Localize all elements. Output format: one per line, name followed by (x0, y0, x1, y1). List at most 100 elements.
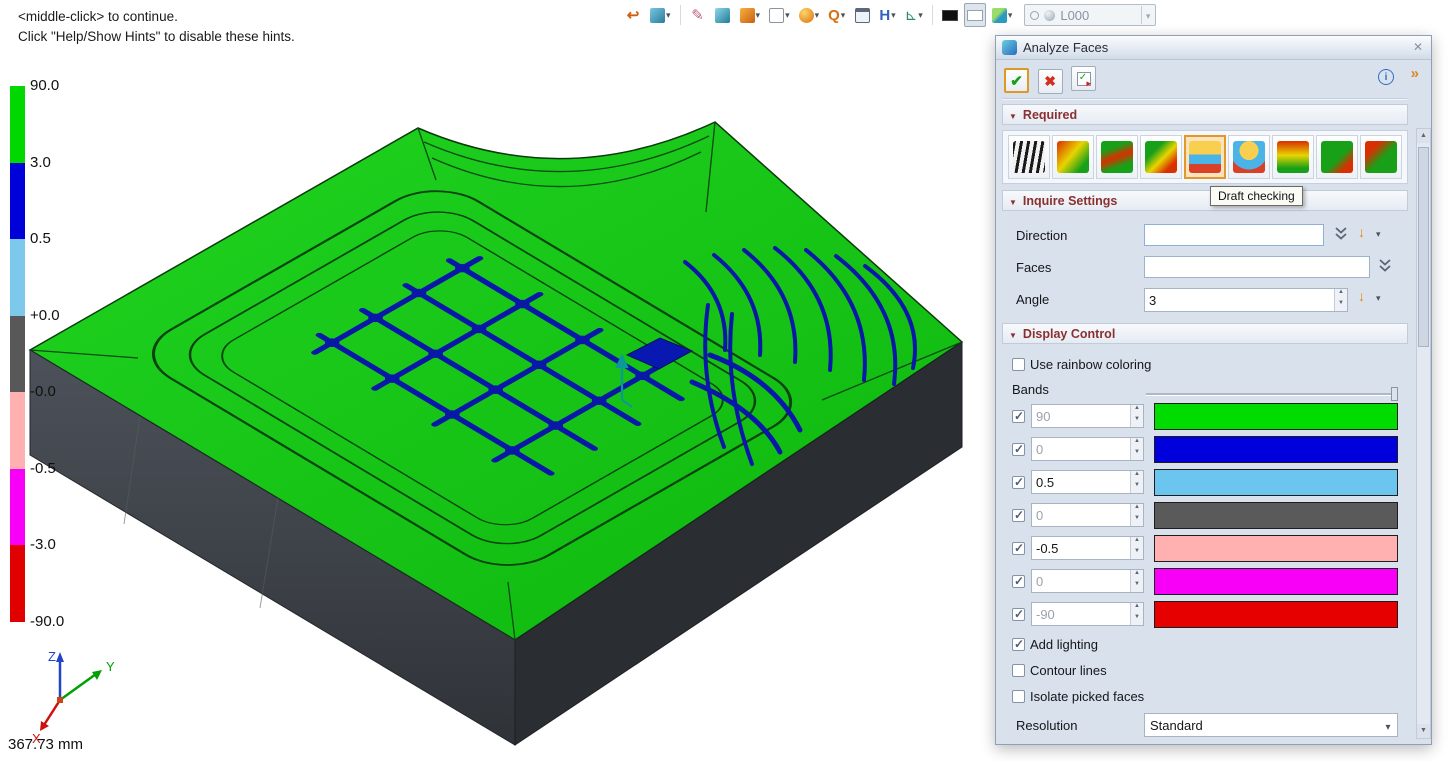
band-checkbox[interactable] (1012, 476, 1025, 489)
black-background-swatch[interactable] (939, 3, 961, 27)
band-spinner[interactable] (1130, 438, 1143, 460)
slider-handle[interactable] (1391, 387, 1398, 401)
band-value-field[interactable] (1031, 569, 1144, 593)
direction-input[interactable] (1144, 224, 1324, 246)
bands-slider[interactable] (1146, 387, 1398, 401)
faces-input[interactable] (1144, 256, 1370, 278)
scrollbar-thumb[interactable] (1418, 147, 1429, 347)
resolution-dropdown[interactable]: Standard (1144, 713, 1398, 737)
close-icon[interactable] (1409, 39, 1427, 57)
section-header-required[interactable]: Required (1002, 104, 1408, 125)
flatness-analysis-icon[interactable] (1316, 135, 1358, 179)
band-value-field[interactable] (1031, 503, 1144, 527)
isolate-picked-faces-checkbox[interactable] (1012, 690, 1025, 703)
triad-y-label: Y (106, 659, 115, 674)
band-color-swatch[interactable] (1154, 601, 1398, 628)
measure-icon[interactable]: ⊾ (902, 3, 926, 27)
dialog-options-icon[interactable] (1411, 65, 1419, 82)
ok-button[interactable] (1004, 68, 1029, 93)
band-checkbox[interactable] (1012, 410, 1025, 423)
band-spinner[interactable] (1130, 471, 1143, 493)
band-spinner[interactable] (1130, 570, 1143, 592)
band-color-swatch[interactable] (1154, 436, 1398, 463)
block-top-face[interactable] (30, 122, 962, 640)
band-checkbox[interactable] (1012, 575, 1025, 588)
undercut-analysis-icon[interactable] (1360, 135, 1402, 179)
layer-settings-icon[interactable] (989, 3, 1016, 27)
angle-input[interactable] (1145, 289, 1334, 311)
angle-spinner[interactable] (1334, 289, 1347, 311)
band-value-input[interactable] (1032, 570, 1130, 592)
band-checkbox[interactable] (1012, 608, 1025, 621)
band-spinner[interactable] (1130, 537, 1143, 559)
direction-vector-icon[interactable]: ↓ (1358, 224, 1365, 240)
band-value-input[interactable] (1032, 603, 1130, 625)
layer-combo[interactable]: L000 (1024, 4, 1156, 26)
band-value-input[interactable] (1032, 405, 1130, 427)
height-measure-icon[interactable]: H (876, 3, 898, 27)
add-lighting-checkbox[interactable] (1012, 638, 1025, 651)
band-value-input[interactable] (1032, 537, 1130, 559)
band-spinner[interactable] (1130, 405, 1143, 427)
band-value-field[interactable] (1031, 536, 1144, 560)
slope-analysis-icon[interactable] (1140, 135, 1182, 179)
band-spinner[interactable] (1130, 603, 1143, 625)
x-icon (1044, 73, 1056, 90)
dialog-scrollbar[interactable] (1416, 128, 1431, 739)
angle-field[interactable] (1144, 288, 1348, 312)
band-color-swatch[interactable] (1154, 568, 1398, 595)
section-header-display-control[interactable]: Display Control (1002, 323, 1408, 344)
chevron-down-icon[interactable] (1376, 225, 1381, 240)
window-icon[interactable] (851, 3, 873, 27)
apply-button[interactable] (1071, 66, 1096, 91)
info-icon[interactable] (1378, 69, 1394, 85)
white-background-swatch[interactable] (964, 3, 986, 27)
erase-icon[interactable]: ✎ (687, 3, 709, 27)
radius-analysis-icon[interactable] (1096, 135, 1138, 179)
shaded-view-icon[interactable] (712, 3, 734, 27)
double-down-chevron-icon[interactable] (1378, 258, 1392, 274)
section-view-icon[interactable] (737, 3, 764, 27)
gradient-analysis-icon[interactable] (1272, 135, 1314, 179)
thickness-analysis-icon[interactable] (1228, 135, 1270, 179)
cancel-button[interactable] (1038, 69, 1063, 94)
band-color-swatch[interactable] (1154, 502, 1398, 529)
curvature-analysis-icon[interactable] (1052, 135, 1094, 179)
legend-segment (10, 545, 25, 622)
band-checkbox[interactable] (1012, 542, 1025, 555)
section-header-inquire-settings[interactable]: Inquire Settings (1002, 190, 1408, 211)
angle-options-icon[interactable]: ↓ (1358, 288, 1365, 304)
render-style-icon[interactable] (796, 3, 823, 27)
band-value-field[interactable] (1031, 437, 1144, 461)
contour-lines-checkbox[interactable] (1012, 664, 1025, 677)
band-value-input[interactable] (1032, 504, 1130, 526)
rainbow-coloring-checkbox[interactable] (1012, 358, 1025, 371)
band-value-field[interactable] (1031, 470, 1144, 494)
band-color-swatch[interactable] (1154, 469, 1398, 496)
band-color-swatch[interactable] (1154, 535, 1398, 562)
band-value-field[interactable] (1031, 602, 1144, 626)
analysis-type-list (1002, 130, 1408, 184)
band-color-swatch[interactable] (1154, 403, 1398, 430)
scroll-up-icon[interactable] (1417, 129, 1430, 143)
wireframe-view-icon[interactable] (766, 3, 793, 27)
return-icon[interactable]: ↩ (622, 3, 644, 27)
chevron-down-icon[interactable] (1376, 289, 1381, 304)
double-down-chevron-icon[interactable] (1334, 226, 1348, 242)
zoom-icon[interactable]: Q (825, 3, 848, 27)
scroll-down-icon[interactable] (1417, 724, 1430, 738)
band-spinner[interactable] (1130, 504, 1143, 526)
legend-label: -90.0 (30, 613, 64, 630)
band-value-input[interactable] (1032, 438, 1130, 460)
display-style-icon[interactable] (647, 3, 674, 27)
band-checkbox[interactable] (1012, 509, 1025, 522)
zebra-analysis-icon[interactable] (1008, 135, 1050, 179)
band-value-field[interactable] (1031, 404, 1144, 428)
band-value-input[interactable] (1032, 471, 1130, 493)
dialog-titlebar[interactable]: Analyze Faces (996, 36, 1431, 60)
collapse-triangle-icon (1009, 107, 1017, 122)
chevron-down-icon[interactable] (1141, 6, 1151, 24)
draft-checking-icon[interactable] (1184, 135, 1226, 179)
3d-viewport[interactable] (20, 100, 970, 755)
band-checkbox[interactable] (1012, 443, 1025, 456)
